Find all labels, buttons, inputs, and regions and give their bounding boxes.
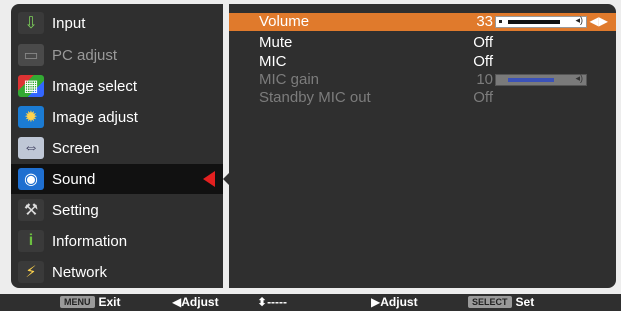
slider-min-dot [499,20,502,23]
mic-gain-row: MIC gain 10 ◂) [229,71,616,89]
mute-row[interactable]: Mute Off [229,34,616,52]
menu-item-sound[interactable]: ◉ Sound [11,164,231,194]
mic-value: Off [473,53,493,70]
menu-key-icon: MENU [60,296,95,308]
input-arrow-icon: ⇩ [18,12,44,34]
standby-mic-out-label: Standby MIC out [259,89,371,106]
updown-label: ----- [267,295,288,309]
mic-gain-value: 10 [476,71,493,88]
select-key-icon: SELECT [468,296,512,308]
menu-item-label: Image select [52,77,138,95]
mic-gain-slider: ◂) [495,73,587,86]
left-right-adjust-icon: ◀▶ [589,14,608,28]
speaker-icon: ◉ [18,168,44,190]
selection-indicator-icon [203,171,215,187]
exit-label: Exit [98,295,121,309]
adjust-right-label: Adjust [380,295,418,309]
menu-item-image-select[interactable]: ▦ Image select [11,71,223,101]
standby-mic-out-value: Off [473,89,493,106]
mic-label: MIC [259,53,287,70]
tools-icon: ⚒ [18,199,44,221]
info-icon: i [18,230,44,252]
menu-item-information[interactable]: i Information [11,226,223,256]
menu-item-input[interactable]: ⇩ Input [11,8,223,38]
network-icon: ⚡ [18,261,44,283]
volume-row[interactable]: Volume 33 ◂) ◀▶ [229,13,616,31]
mic-gain-level-fill [508,78,554,82]
speaker-small-icon: ◂) [575,15,583,25]
menu-item-label: Input [52,14,86,32]
menu-item-network[interactable]: ⚡ Network [11,257,223,287]
slider-min-dot [499,78,502,81]
hint-adjust-left: ◀ Adjust [172,295,219,309]
hint-adjust-right: ▶ Adjust [371,295,418,309]
menu-item-pc-adjust[interactable]: ▭ PC adjust [11,40,223,70]
volume-value: 33 [476,13,493,30]
key-guide-bar: MENU Exit ◀ Adjust ⬍ ----- ▶ Adjust SELE… [0,294,621,311]
menu-item-label: Network [52,263,108,281]
menu-item-image-adjust[interactable]: ✹ Image adjust [11,102,223,132]
volume-slider[interactable]: ◂) [495,15,587,28]
image-adjust-icon: ✹ [18,106,44,128]
menu-item-label: Screen [52,139,100,157]
menu-item-label: Sound [52,170,96,188]
right-arrow-icon: ▶ [371,295,381,309]
screen-icon: ⇔ [18,137,44,159]
menu-item-screen[interactable]: ⇔ Screen [11,133,223,163]
volume-level-fill [508,20,560,24]
main-menu: ⇩ Input ▭ PC adjust ▦ Image select ✹ Ima… [11,4,231,288]
image-select-icon: ▦ [18,75,44,97]
sound-submenu: Volume 33 ◂) ◀▶ Mute Off MIC Off MIC gai… [229,4,616,288]
mute-label: Mute [259,34,293,51]
speaker-small-icon: ◂) [575,73,583,83]
mic-row[interactable]: MIC Off [229,53,616,71]
up-down-arrow-icon: ⬍ [257,295,268,309]
mic-gain-label: MIC gain [259,71,320,88]
left-arrow-icon: ◀ [172,295,182,309]
mute-value: Off [473,34,493,51]
monitor-icon: ▭ [18,44,44,66]
set-label: Set [515,295,535,309]
projector-osd: ⇩ Input ▭ PC adjust ▦ Image select ✹ Ima… [0,0,621,311]
hint-exit: MENU Exit [60,295,121,309]
standby-mic-out-row: Standby MIC out Off [229,89,616,107]
hint-set: SELECT Set [468,295,534,309]
menu-item-label: PC adjust [52,46,118,64]
menu-item-label: Image adjust [52,108,138,126]
adjust-left-label: Adjust [181,295,219,309]
hint-updown: ⬍ ----- [257,295,287,309]
volume-label: Volume [259,13,310,30]
menu-item-setting[interactable]: ⚒ Setting [11,195,223,225]
menu-item-label: Setting [52,201,99,219]
menu-item-label: Information [52,232,128,250]
